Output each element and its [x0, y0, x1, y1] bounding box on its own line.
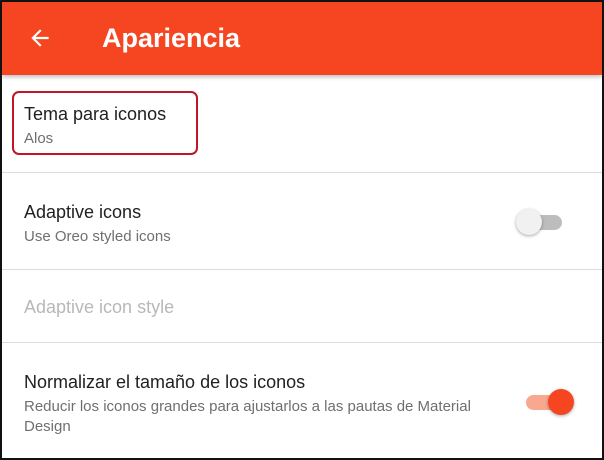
- setting-title: Adaptive icon style: [24, 297, 175, 317]
- setting-summary: Reducir los iconos grandes para ajustarl…: [24, 398, 471, 435]
- setting-normalize-icon-size[interactable]: Normalizar el tamaño de los iconos Reduc…: [2, 343, 602, 458]
- app-bar: Apariencia: [2, 2, 602, 75]
- back-button[interactable]: [24, 22, 56, 54]
- setting-adaptive-icons[interactable]: Adaptive icons Use Oreo styled icons: [2, 173, 602, 270]
- setting-title: Adaptive icons: [24, 202, 142, 222]
- setting-title: Normalizar el tamaño de los iconos: [24, 372, 306, 392]
- toggle-thumb: [548, 389, 574, 415]
- highlight-box: [12, 91, 198, 155]
- arrow-left-icon: [31, 29, 49, 47]
- normalize-size-toggle[interactable]: [520, 387, 574, 417]
- setting-adaptive-icon-style[interactable]: Adaptive icon style: [2, 270, 602, 343]
- setting-summary: Use Oreo styled icons: [24, 228, 171, 245]
- adaptive-icons-toggle[interactable]: [516, 207, 570, 237]
- settings-screen: Apariencia Tema para iconos Alos Adaptiv…: [0, 0, 604, 460]
- toggle-thumb: [516, 209, 542, 235]
- page-title: Apariencia: [102, 23, 241, 53]
